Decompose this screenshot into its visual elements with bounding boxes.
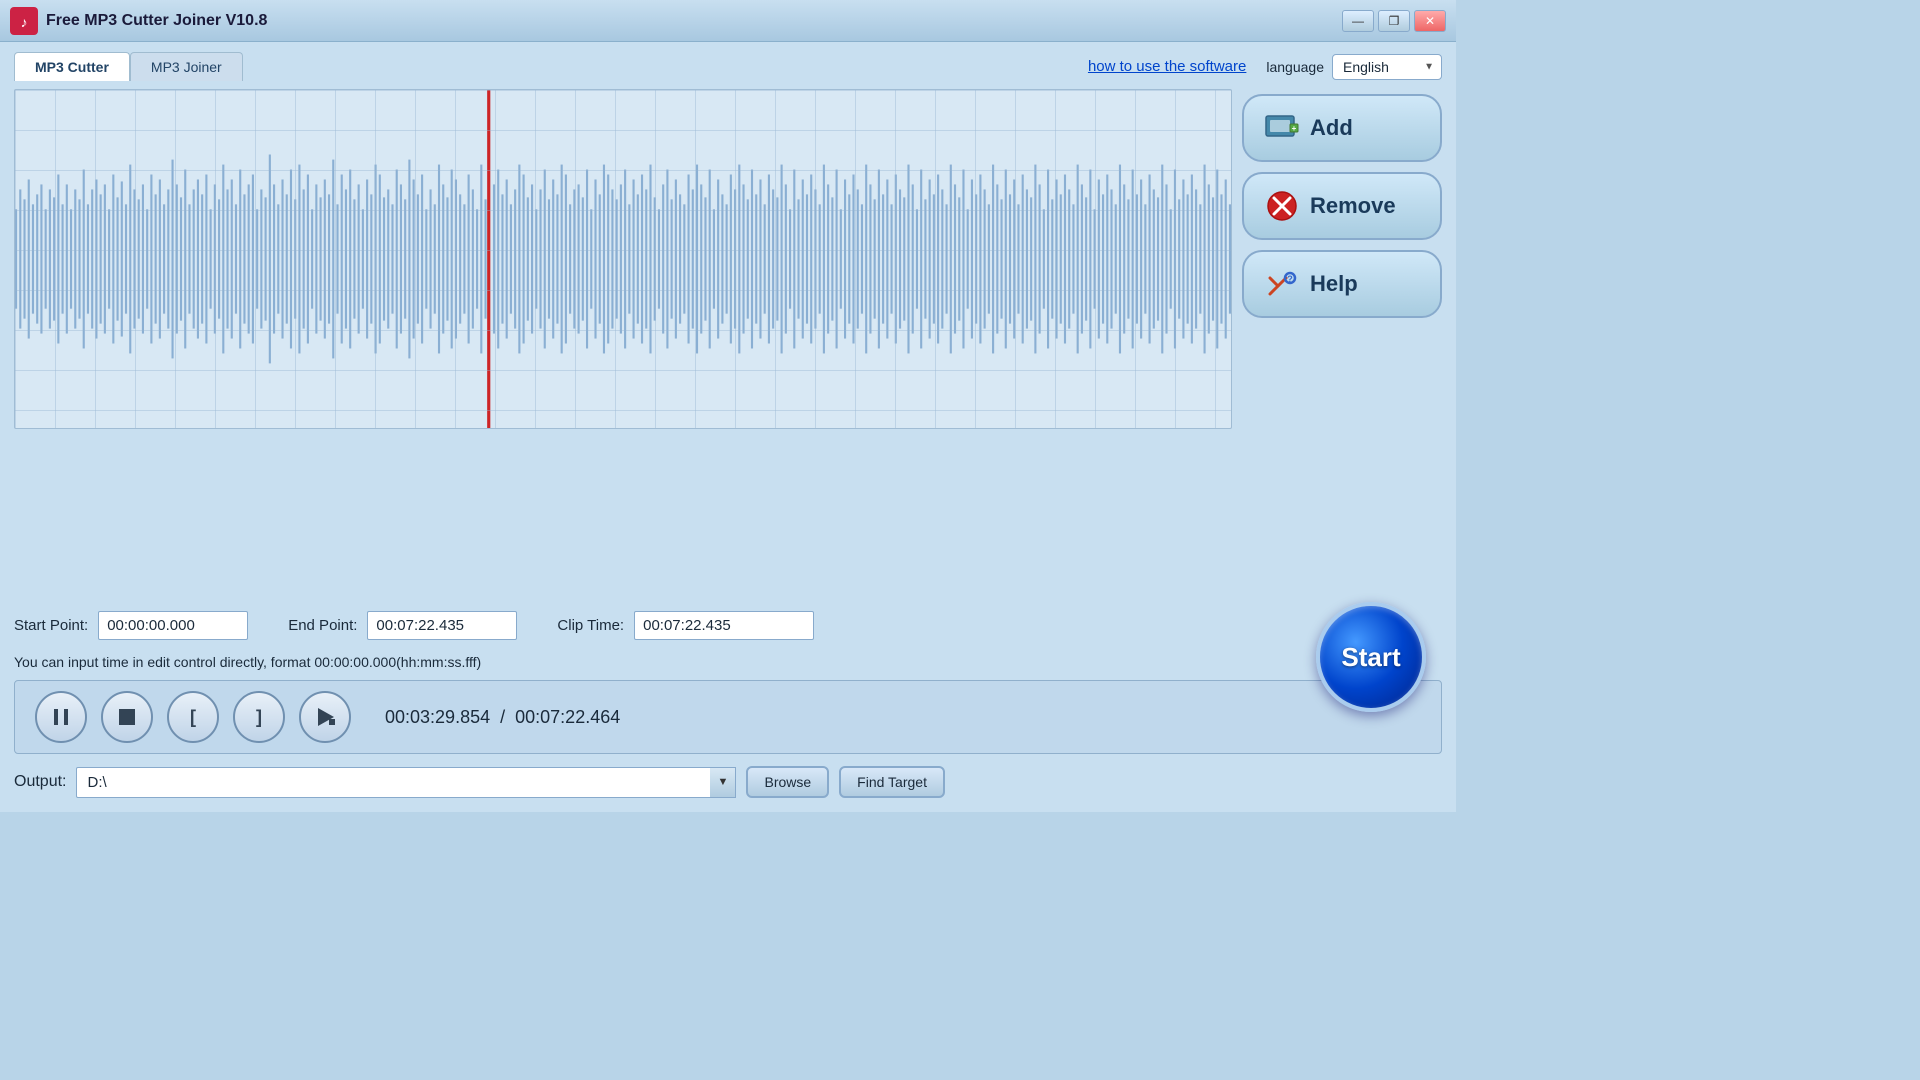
restore-button[interactable]: ❐	[1378, 10, 1410, 32]
add-icon: +	[1264, 110, 1300, 146]
time-display: 00:03:29.854 / 00:07:22.464	[385, 707, 620, 728]
clip-time-input[interactable]	[634, 611, 814, 640]
add-button[interactable]: + Add	[1242, 94, 1442, 162]
help-text: You can input time in edit control direc…	[14, 652, 1442, 672]
close-button[interactable]: ✕	[1414, 10, 1446, 32]
add-label: Add	[1310, 115, 1353, 141]
how-to-link[interactable]: how to use the software	[1088, 58, 1246, 75]
stop-button[interactable]	[101, 691, 153, 743]
content-row: // Generate waveform bars in SVG via inl…	[14, 89, 1442, 599]
tab-mp3-joiner[interactable]: MP3 Joiner	[130, 52, 243, 81]
remove-label: Remove	[1310, 193, 1396, 219]
pause-button[interactable]	[35, 691, 87, 743]
language-label: language	[1266, 59, 1324, 75]
browse-button[interactable]: Browse	[746, 766, 829, 798]
help-button[interactable]: ? Help	[1242, 250, 1442, 318]
mark-end-button[interactable]: ]	[233, 691, 285, 743]
remove-button[interactable]: Remove	[1242, 172, 1442, 240]
app-title: Free MP3 Cutter Joiner V10.8	[46, 12, 1342, 30]
language-wrapper: English Chinese Spanish French German	[1332, 54, 1442, 80]
transport-row: [ ] 00:03:29.854 / 00:07:22.464	[14, 680, 1442, 754]
window-controls: — ❐ ✕	[1342, 10, 1446, 32]
remove-icon	[1264, 188, 1300, 224]
tab-mp3-cutter[interactable]: MP3 Cutter	[14, 52, 130, 81]
total-time: 00:07:22.464	[515, 707, 620, 727]
language-select[interactable]: English Chinese Spanish French German	[1332, 54, 1442, 80]
bottom-section: Start Point: End Point: Clip Time: You c…	[14, 607, 1442, 802]
output-input-wrapper: ▼	[76, 767, 736, 798]
title-bar: ♪ Free MP3 Cutter Joiner V10.8 — ❐ ✕	[0, 0, 1456, 42]
find-target-button[interactable]: Find Target	[839, 766, 945, 798]
end-point-input[interactable]	[367, 611, 517, 640]
output-path-input[interactable]	[76, 767, 736, 798]
svg-text:?: ?	[1287, 274, 1293, 284]
start-point-input[interactable]	[98, 611, 248, 640]
time-separator: /	[495, 707, 515, 727]
right-panel: + Add Remove	[1242, 89, 1442, 599]
main-area: MP3 Cutter MP3 Joiner how to use the sof…	[0, 42, 1456, 812]
output-dropdown-button[interactable]: ▼	[710, 767, 736, 798]
clip-time-label: Clip Time:	[557, 617, 624, 634]
current-time: 00:03:29.854	[385, 707, 490, 727]
minimize-button[interactable]: —	[1342, 10, 1374, 32]
time-fields-row: Start Point: End Point: Clip Time:	[14, 607, 1442, 644]
svg-text:♪: ♪	[21, 14, 28, 30]
waveform-panel[interactable]: // Generate waveform bars in SVG via inl…	[14, 89, 1232, 429]
start-label: Start	[1341, 642, 1400, 673]
svg-text:]: ]	[256, 707, 262, 727]
end-point-label: End Point:	[288, 617, 357, 634]
svg-text:+: +	[1292, 124, 1297, 133]
help-label: Help	[1310, 271, 1358, 297]
svg-text:[: [	[190, 707, 196, 727]
output-label: Output:	[14, 773, 66, 791]
mark-start-button[interactable]: [	[167, 691, 219, 743]
start-button[interactable]: Start	[1316, 602, 1426, 712]
waveform-grid	[15, 90, 1231, 428]
app-icon: ♪	[10, 7, 38, 35]
header-row: MP3 Cutter MP3 Joiner how to use the sof…	[14, 52, 1442, 81]
help-icon: ?	[1264, 266, 1300, 302]
play-button[interactable]	[299, 691, 351, 743]
start-point-label: Start Point:	[14, 617, 88, 634]
output-row: Output: ▼ Browse Find Target	[14, 762, 1442, 802]
